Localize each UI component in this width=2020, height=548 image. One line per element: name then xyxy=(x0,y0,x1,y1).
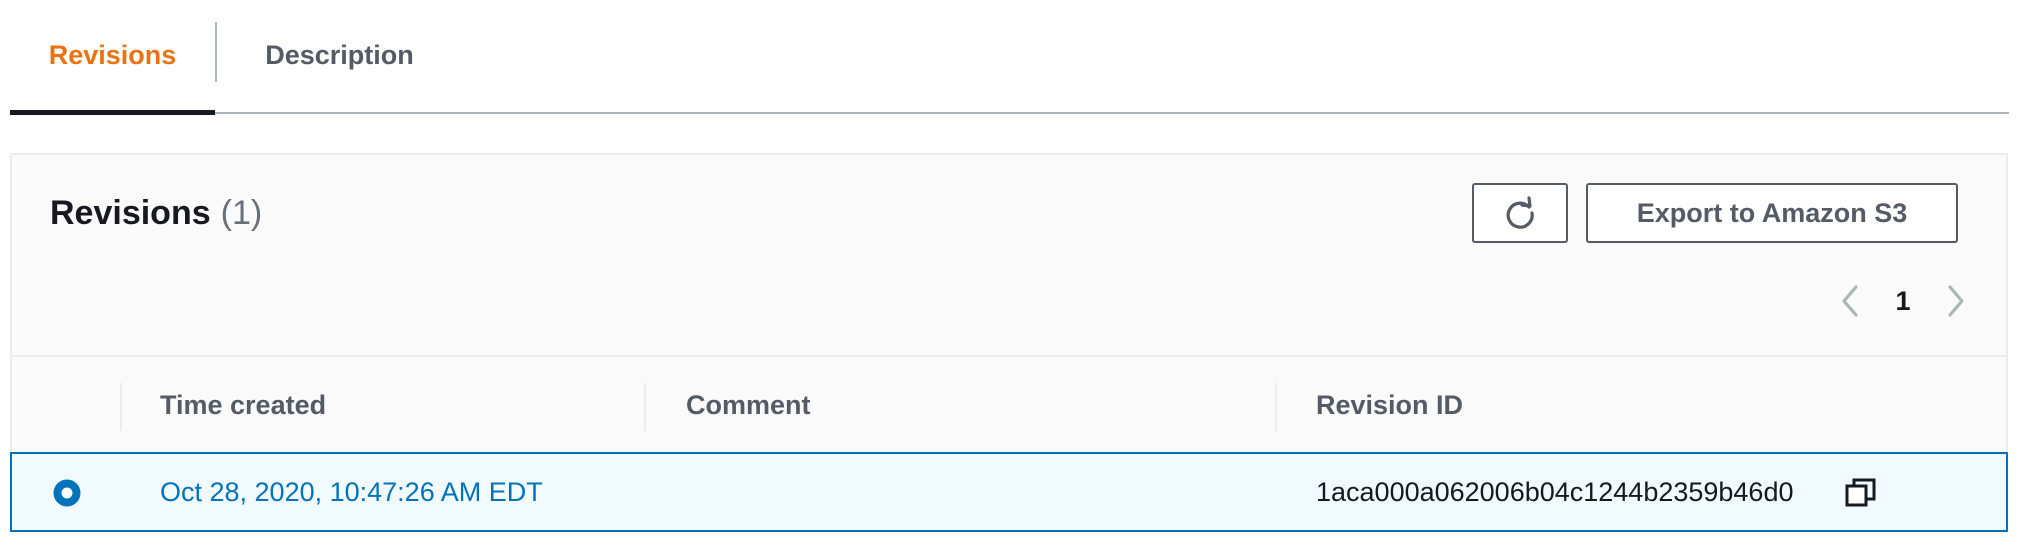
pagination: 1 xyxy=(1822,271,1984,331)
panel-header: Revisions (1) Export to Amazon S3 1 xyxy=(12,155,2006,357)
chevron-right-icon xyxy=(1948,285,1964,317)
column-header-time-created[interactable]: Time created xyxy=(160,355,326,455)
column-header-comment[interactable]: Comment xyxy=(686,355,811,455)
column-divider xyxy=(644,383,646,431)
time-created-link[interactable]: Oct 28, 2020, 10:47:26 AM EDT xyxy=(160,477,543,508)
column-divider xyxy=(120,383,122,431)
current-page-number[interactable]: 1 xyxy=(1878,286,1928,317)
tab-revisions[interactable]: Revisions xyxy=(10,0,215,110)
copy-icon[interactable] xyxy=(1844,476,1878,510)
tab-bar: Revisions Description xyxy=(10,0,2009,115)
previous-page-button[interactable] xyxy=(1822,271,1878,331)
column-header-revision-id[interactable]: Revision ID xyxy=(1316,355,1463,455)
column-divider xyxy=(1275,383,1277,431)
export-to-s3-button[interactable]: Export to Amazon S3 xyxy=(1586,183,1958,243)
active-tab-indicator xyxy=(10,110,215,115)
panel-title-text: Revisions xyxy=(50,194,211,232)
refresh-icon xyxy=(1506,196,1534,229)
row-radio-button[interactable] xyxy=(52,478,82,508)
next-page-button[interactable] xyxy=(1928,271,1984,331)
chevron-left-icon xyxy=(1842,285,1858,317)
revision-count: (1) xyxy=(220,194,263,232)
tab-description[interactable]: Description xyxy=(217,0,462,110)
table-header: Time created Comment Revision ID xyxy=(12,355,2006,455)
panel-title: Revisions (1) xyxy=(50,194,262,233)
table-row[interactable]: Oct 28, 2020, 10:47:26 AM EDT 1aca000a06… xyxy=(10,452,2008,532)
refresh-button[interactable] xyxy=(1472,183,1568,243)
revision-id-cell: 1aca000a062006b04c1244b2359b46d0 xyxy=(1316,476,1794,507)
time-created-cell: Oct 28, 2020, 10:47:26 AM EDT xyxy=(160,454,543,530)
